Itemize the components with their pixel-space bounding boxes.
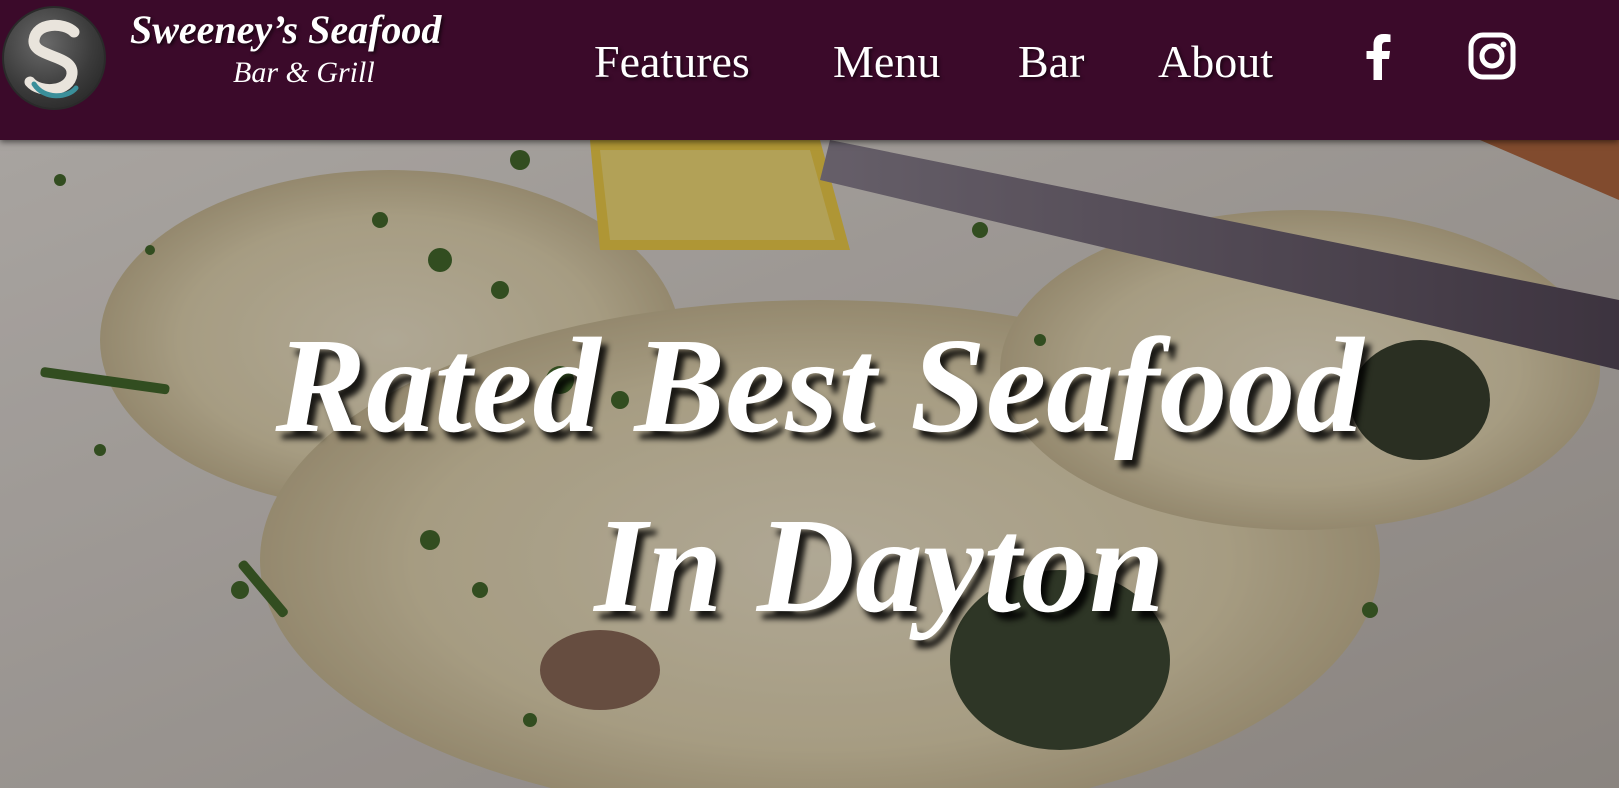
logo[interactable] — [2, 6, 106, 110]
nav-features[interactable]: Features — [594, 36, 750, 88]
nav-about[interactable]: About — [1158, 36, 1273, 88]
hero-headline-line1: Rated Best Seafood — [275, 311, 1364, 461]
nav-menu[interactable]: Menu — [833, 36, 940, 88]
hero-overlay — [0, 140, 1619, 788]
facebook-icon[interactable] — [1352, 30, 1404, 82]
hero-headline-line2: In Dayton — [594, 491, 1165, 641]
site-header: Sweeney’s Seafood Bar & Grill Features M… — [0, 0, 1619, 140]
hero-banner: Rated Best Seafood In Dayton — [0, 140, 1619, 788]
instagram-icon[interactable] — [1466, 30, 1518, 82]
brand-subtitle: Bar & Grill — [233, 56, 375, 89]
brand-name[interactable]: Sweeney’s Seafood — [130, 8, 441, 52]
logo-s-icon — [24, 19, 80, 99]
nav-bar[interactable]: Bar — [1018, 36, 1084, 88]
